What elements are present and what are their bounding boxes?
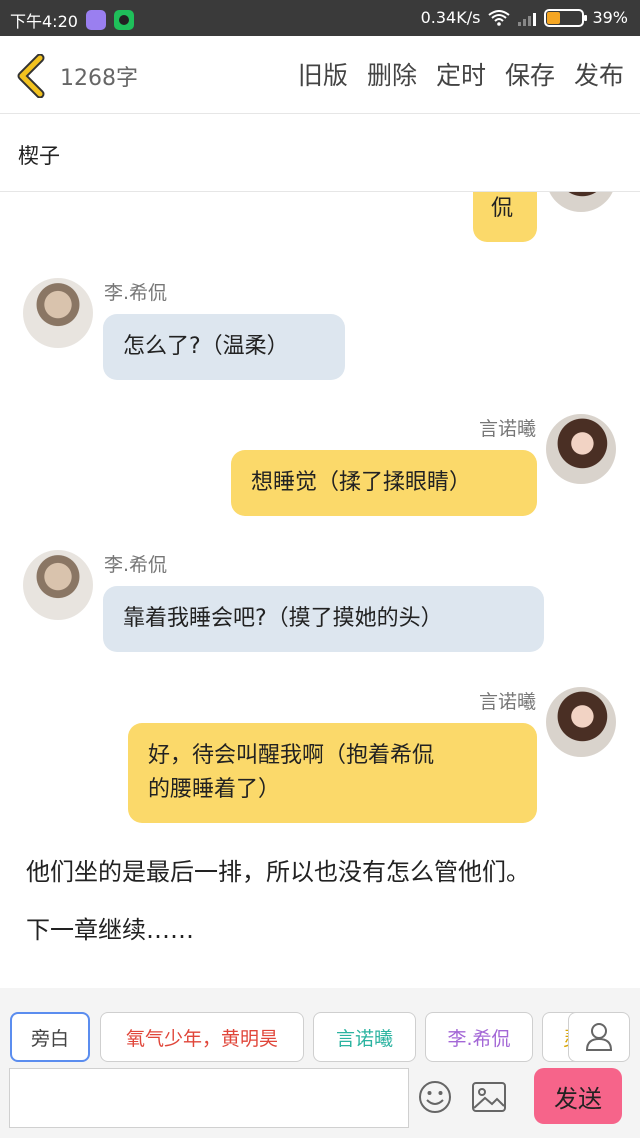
character-chip[interactable]: 氧气少年，黄明昊 [100,1012,304,1062]
signal-icon [518,10,537,26]
avatar-right [546,414,616,484]
message-input[interactable] [9,1068,409,1128]
battery-fill [547,11,561,24]
word-count: 1268字 [60,66,138,91]
battery-percent: 39% [592,8,628,27]
character-chip-label: 旁白 [30,1027,69,1050]
network-speed: 0.34K/s [420,8,481,27]
character-chip-label: 李.希侃 [447,1027,511,1050]
avatar-right [546,687,616,757]
status-right: 0.34K/s 39% [421,8,628,27]
old-version-button[interactable]: 旧版 [298,56,348,92]
chat-area[interactable]: 侃 李.希侃 怎么了?（温柔） 言诺曦 想睡觉（揉了揉眼睛） 李.希侃 靠着我睡… [0,192,640,988]
bottom-panel: 旁白 氧气少年，黄明昊 言诺曦 李.希侃 灵 发送 [0,988,640,1138]
avatar-left [23,278,93,348]
top-toolbar: 1268字 旧版 删除 定时 保存 发布 [0,36,640,114]
character-chip-label: 氧气少年，黄明昊 [125,1027,278,1050]
publish-button[interactable]: 发布 [574,56,624,92]
music-app-icon [113,10,134,30]
wifi-icon [488,9,511,26]
speaker-name: 言诺曦 [478,691,536,713]
status-left: 下午4:20 [10,8,134,32]
speaker-name: 言诺曦 [478,418,536,440]
status-time: 下午4:20 [10,12,78,31]
speaker-name: 李.希侃 [104,282,168,304]
message-bubble[interactable]: 怎么了?（温柔） [103,314,345,380]
message-text: 想睡觉（揉了揉眼睛） [251,470,472,495]
notification-app-icon [85,10,106,30]
schedule-button[interactable]: 定时 [436,56,486,92]
message-text: 侃 [491,196,514,221]
save-button[interactable]: 保存 [505,56,555,92]
emoji-icon[interactable] [418,1080,452,1114]
status-bar: 下午4:20 0.34K/s 39% [0,0,640,36]
message-bubble[interactable]: 靠着我睡会吧?（摸了摸她的头） [103,586,544,652]
message-text: 靠着我睡会吧?（摸了摸她的头） [123,606,443,631]
person-icon [585,1023,613,1051]
avatar-left [23,550,93,620]
message-text-line: 好，待会叫醒我啊（抱着希侃 [148,743,435,768]
avatar-right [546,192,616,212]
battery-icon [544,8,588,27]
message-bubble[interactable]: 想睡觉（揉了揉眼睛） [231,450,537,516]
chevron-left-icon[interactable] [14,54,50,98]
narration-text: 他们坐的是最后一排，所以也没有怎么管他们。 [26,858,530,886]
top-actions: 旧版 删除 定时 保存 发布 [298,56,624,92]
character-chip-label: 言诺曦 [335,1027,393,1050]
character-manage-button[interactable] [568,1012,630,1062]
image-icon[interactable] [472,1082,506,1112]
message-text-line: 的腰睡着了） [148,777,281,802]
chapter-title[interactable]: 楔子 [0,114,640,192]
character-chip-narrator[interactable]: 旁白 [10,1012,90,1062]
character-chip[interactable]: 言诺曦 [313,1012,416,1062]
delete-button[interactable]: 删除 [367,56,417,92]
message-text: 怎么了?（温柔） [123,334,289,359]
speaker-name: 李.希侃 [104,554,168,576]
send-button[interactable]: 发送 [534,1068,622,1124]
message-bubble[interactable]: 好，待会叫醒我啊（抱着希侃 的腰睡着了） [128,723,537,823]
character-chip[interactable]: 李.希侃 [425,1012,533,1062]
narration-text: 下一章继续…… [26,916,194,944]
message-bubble[interactable]: 侃 [473,192,537,242]
